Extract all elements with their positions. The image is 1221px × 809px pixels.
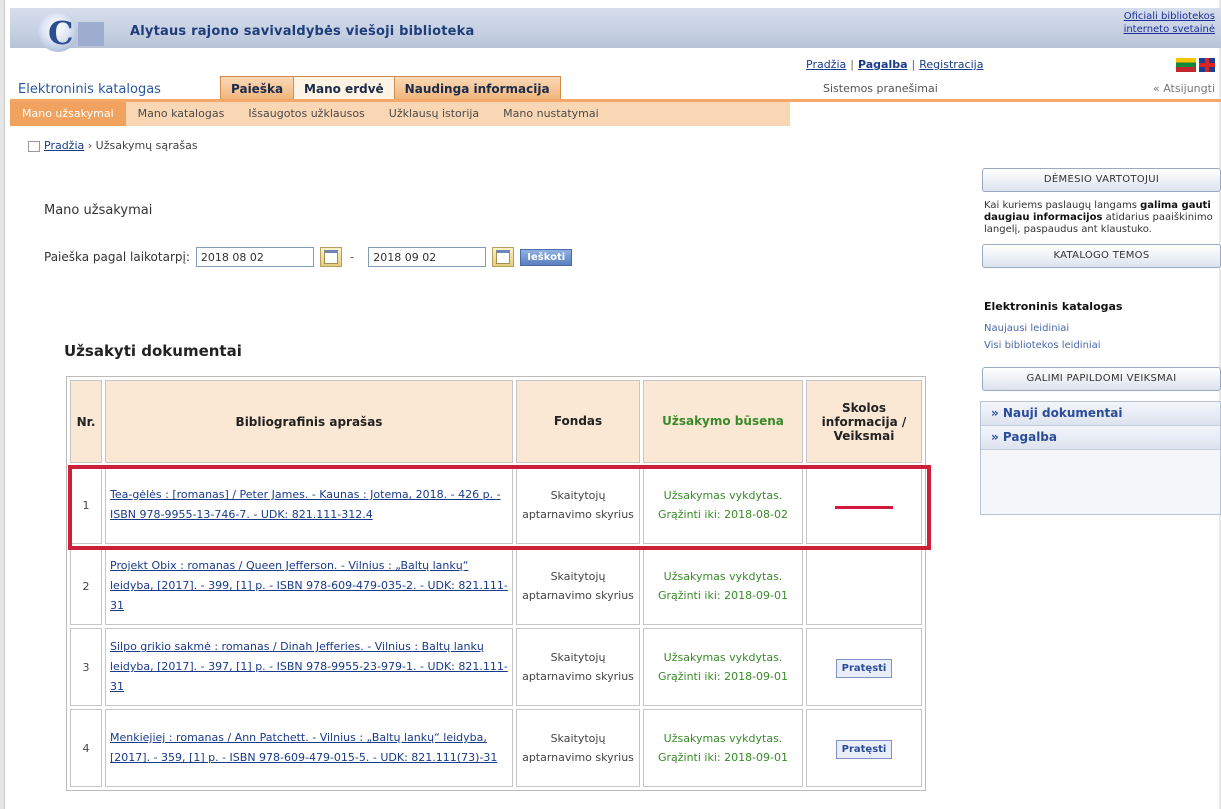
header-action: Skolos informacija / Veiksmai: [806, 380, 922, 463]
order-status: Užsakymas vykdytas. Grąžinti iki: 2018-0…: [643, 547, 803, 625]
home-link[interactable]: Pradžia: [806, 58, 846, 71]
right-sidebar: DĖMESIO VARTOTOJUI Kai kuriems paslaugų …: [968, 168, 1221, 515]
order-status: Užsakymas vykdytas. Grąžinti iki: 2018-0…: [643, 466, 803, 544]
filter-label: Paieška pagal laikotarpį:: [44, 250, 190, 264]
calendar-to-icon[interactable]: [492, 247, 515, 267]
all-publications-link[interactable]: Visi bibliotekos leidiniai: [984, 340, 1221, 351]
breadcrumb-home[interactable]: Pradžia: [44, 139, 84, 152]
subtab-my-orders[interactable]: Mano užsakymai: [10, 102, 126, 126]
table-row: 2 Projekt Obix : romanas / Queen Jeffers…: [70, 547, 922, 625]
table-row: 3 Silpo grikio sakmė : romanas / Dinah J…: [70, 628, 922, 706]
orders-table: Nr. Bibliografinis aprašas Fondas Užsaky…: [66, 376, 926, 791]
new-publications-link[interactable]: Naujausi leidiniai: [984, 323, 1221, 334]
register-link[interactable]: Registracija: [919, 58, 983, 71]
table-row: 4 Menkiejiej : romanas / Ann Patchett. -…: [70, 709, 922, 787]
logout-link[interactable]: « Atsijungti: [1153, 82, 1215, 95]
breadcrumb-current: Užsakymų sąrašas: [95, 139, 198, 152]
table-row: 1 Tea-gėlės : [romanas] / Peter James. -…: [70, 466, 922, 544]
info-text: Kai kuriems paslaugų langams galima gaut…: [984, 200, 1213, 235]
subtab-query-history[interactable]: Užklausų istorija: [377, 102, 491, 126]
header-nr: Nr.: [70, 380, 102, 463]
table-header-row: Nr. Bibliografinis aprašas Fondas Užsaky…: [70, 380, 922, 463]
ordered-documents-title: Užsakyti dokumentai: [64, 342, 242, 360]
header-fond: Fondas: [516, 380, 640, 463]
catalog-label[interactable]: Elektroninis katalogas: [18, 82, 161, 97]
menu-help[interactable]: » Pagalba: [981, 426, 1220, 450]
header-status: Užsakymo būsena: [643, 380, 803, 463]
bib-link[interactable]: Projekt Obix : romanas / Queen Jefferson…: [110, 559, 508, 612]
extend-loan-button[interactable]: Pratęsti: [835, 739, 893, 759]
date-from-input[interactable]: [195, 247, 314, 267]
subtab-my-catalog[interactable]: Mano katalogas: [126, 102, 237, 126]
catalog-heading: Elektroninis katalogas: [984, 300, 1123, 313]
menu-new-documents[interactable]: » Nauji dokumentai: [981, 402, 1220, 426]
reader-notice-button[interactable]: DĖMESIO VARTOTOJUI: [982, 168, 1221, 192]
home-icon: [28, 140, 40, 152]
search-button[interactable]: Ieškoti: [520, 248, 573, 266]
additional-actions-button[interactable]: GALIMI PAPILDOMI VEIKSMAI: [982, 367, 1221, 391]
no-action-indicator: [835, 505, 893, 509]
main-tabs: Paieška Mano erdvė Naudinga informacija: [220, 76, 561, 100]
catalog-topics-button[interactable]: KATALOGO TEMOS: [982, 244, 1221, 268]
date-to-input[interactable]: [368, 247, 487, 267]
extend-loan-button[interactable]: Pratęsti: [835, 658, 893, 678]
bib-link[interactable]: Silpo grikio sakmė : romanas / Dinah Jef…: [110, 640, 508, 693]
breadcrumb: Pradžia › Užsakymų sąrašas: [28, 139, 198, 152]
side-menu: » Nauji dokumentai » Pagalba: [980, 401, 1221, 515]
site-title[interactable]: Alytaus rajono savivaldybės viešoji bibl…: [130, 24, 475, 39]
calendar-from-icon[interactable]: [319, 247, 342, 267]
official-site-link[interactable]: Oficiali bibliotekos interneto svetainė: [1124, 10, 1215, 36]
sub-navigation: Mano užsakymai Mano katalogas Išsaugotos…: [10, 102, 790, 126]
bib-link[interactable]: Menkiejiej : romanas / Ann Patchett. - V…: [110, 731, 497, 764]
system-messages-link[interactable]: Sistemos pranešimai: [823, 82, 938, 95]
window-left-edge: [0, 0, 5, 809]
header-bib: Bibliografinis aprašas: [105, 380, 513, 463]
order-status: Užsakymas vykdytas. Grąžinti iki: 2018-0…: [643, 628, 803, 706]
lithuanian-flag-icon[interactable]: [1175, 58, 1196, 72]
date-filter: Paieška pagal laikotarpį: - Ieškoti: [44, 247, 573, 267]
tab-useful-info[interactable]: Naudinga informacija: [395, 77, 560, 100]
english-flag-icon[interactable]: [1199, 58, 1215, 72]
bib-link[interactable]: Tea-gėlės : [romanas] / Peter James. - K…: [110, 488, 501, 521]
subtab-my-settings[interactable]: Mano nustatymai: [491, 102, 611, 126]
order-status: Užsakymas vykdytas. Grąžinti iki: 2018-0…: [643, 709, 803, 787]
page-title: Mano užsakymai: [44, 203, 153, 218]
tab-search[interactable]: Paieška: [221, 77, 295, 100]
language-switcher: [1175, 58, 1215, 72]
logo-emblem-icon: [38, 12, 78, 52]
tab-my-space[interactable]: Mano erdvė: [294, 77, 395, 100]
subtab-saved-queries[interactable]: Išsaugotos užklausos: [236, 102, 376, 126]
site-header: Alytaus rajono savivaldybės viešoji bibl…: [10, 8, 1221, 52]
top-nav: Pradžia | Pagalba | Registracija: [806, 58, 984, 71]
help-link[interactable]: Pagalba: [858, 58, 908, 71]
library-logo[interactable]: [38, 12, 104, 52]
